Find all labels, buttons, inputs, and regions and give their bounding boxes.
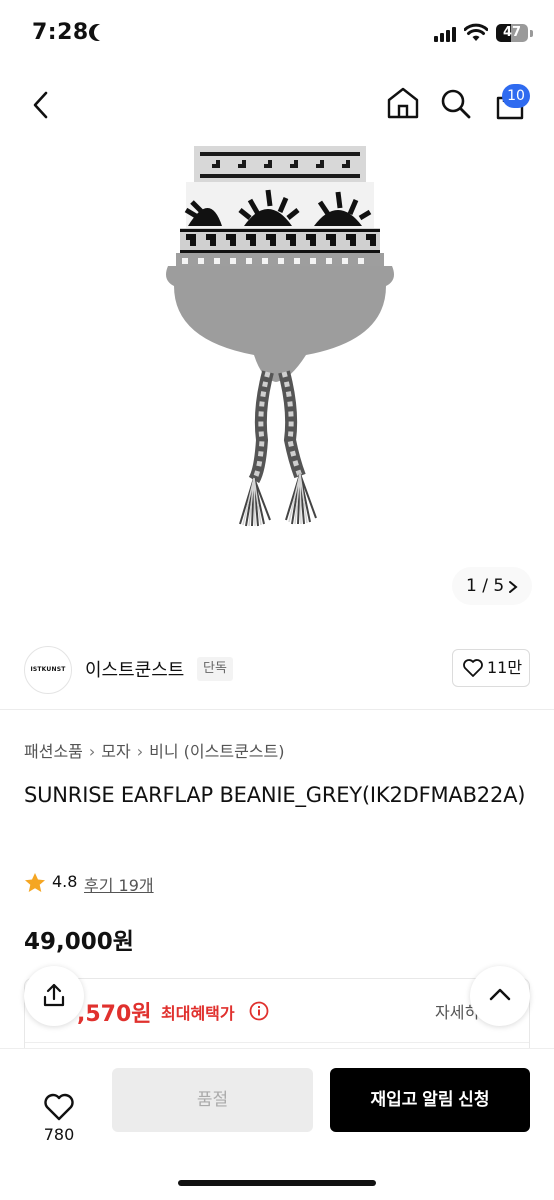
home-icon[interactable] xyxy=(386,86,420,120)
battery-tip xyxy=(530,30,533,37)
product-price: 49,000원 xyxy=(24,929,134,955)
soldout-button: 품절 xyxy=(112,1068,313,1132)
max-benefit-label: 최대혜택가 xyxy=(161,1004,235,1023)
rating-score: 4.8 xyxy=(52,872,78,891)
moon-icon xyxy=(94,24,111,41)
breadcrumb-item[interactable]: 모자 xyxy=(101,742,130,761)
chevron-up-icon xyxy=(489,988,511,1001)
brand-logo-text: ISTKUNST xyxy=(30,666,66,673)
brand-like-button[interactable]: 11만 xyxy=(452,649,530,687)
chevron-right-icon: › xyxy=(88,742,96,761)
breadcrumb-item[interactable]: 패션소품 xyxy=(24,742,83,761)
back-arrow-icon[interactable] xyxy=(30,90,52,120)
search-icon[interactable] xyxy=(440,88,472,120)
product-like-button[interactable]: 780 xyxy=(22,1071,96,1151)
product-like-count: 780 xyxy=(43,1125,75,1144)
chevron-right-icon xyxy=(509,581,518,593)
bottom-action-bar: 780 품절 재입고 알림 신청 xyxy=(0,1048,554,1200)
status-time: 7:28 xyxy=(32,20,89,45)
heart-icon xyxy=(44,1093,74,1121)
top-navigation xyxy=(0,70,554,140)
heart-icon xyxy=(463,659,483,677)
image-pager-text: 1 / 5 xyxy=(466,576,505,596)
breadcrumb: 패션소품 › 모자 › 비니 (이스트쿤스트) xyxy=(24,738,285,762)
battery-icon: 47 xyxy=(496,24,528,42)
share-button[interactable] xyxy=(24,966,84,1026)
status-bar: 7:28 47 xyxy=(0,0,554,70)
brand-logo[interactable]: ISTKUNST xyxy=(24,646,72,694)
wifi-icon xyxy=(464,23,488,41)
product-title: SUNRISE EARFLAP BEANIE_GREY(IK2DFMAB22A) xyxy=(24,783,526,807)
product-image xyxy=(166,146,394,527)
info-icon[interactable] xyxy=(249,1001,269,1021)
exclusive-badge: 단독 xyxy=(197,657,233,681)
restock-alert-button[interactable]: 재입고 알림 신청 xyxy=(330,1068,530,1132)
battery-level: 47 xyxy=(502,25,522,40)
image-pager[interactable]: 1 / 5 xyxy=(452,567,532,605)
cellular-signal-icon xyxy=(434,26,456,42)
cart-count-badge: 10 xyxy=(502,84,530,108)
review-link[interactable]: 후기 19개 xyxy=(84,872,154,896)
divider xyxy=(25,1042,529,1043)
chevron-right-icon: › xyxy=(136,742,144,761)
scroll-to-top-button[interactable] xyxy=(470,966,530,1026)
star-icon xyxy=(25,873,45,892)
brand-row: ISTKUNST 이스트쿤스트 단독 11만 xyxy=(0,628,554,710)
brand-name[interactable]: 이스트쿤스트 xyxy=(85,656,184,682)
share-icon xyxy=(43,983,65,1007)
brand-like-count: 11만 xyxy=(487,658,523,677)
max-benefit-price: ,570원 xyxy=(77,1002,152,1027)
home-indicator xyxy=(178,1180,376,1186)
breadcrumb-item[interactable]: 비니 (이스트쿤스트) xyxy=(149,742,284,761)
